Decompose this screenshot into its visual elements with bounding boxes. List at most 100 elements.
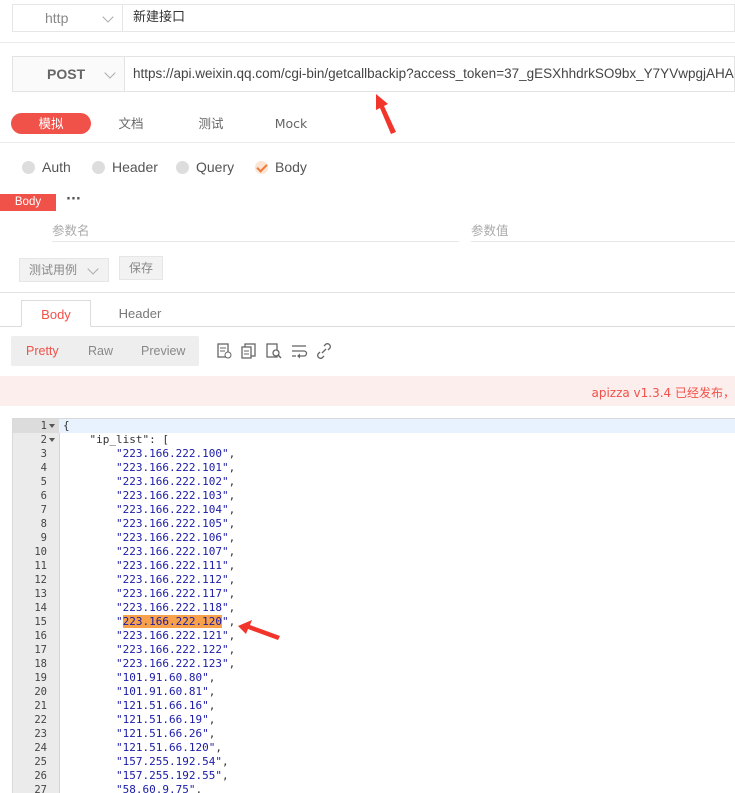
line-number: 21 <box>34 700 47 712</box>
line-number: 22 <box>34 714 47 726</box>
radio-label: Query <box>196 159 235 175</box>
divider <box>0 292 735 293</box>
method-value: POST <box>47 66 86 82</box>
line-number: 25 <box>34 756 47 768</box>
line-number: 8 <box>40 518 47 530</box>
test-case-label: 测试用例 <box>29 263 78 277</box>
code-line: "223.166.222.120", <box>115 615 236 628</box>
fold-arrow-icon[interactable] <box>49 438 55 442</box>
check-icon <box>255 160 268 174</box>
tab-docs[interactable]: 文档 <box>108 113 154 134</box>
line-number: 7 <box>40 504 47 516</box>
code-line: "223.166.222.107", <box>115 545 236 558</box>
code-line: "121.51.66.19", <box>115 713 216 726</box>
radio-query[interactable]: Query <box>176 158 234 176</box>
link-icon[interactable] <box>315 342 333 360</box>
chevron-down-icon <box>87 263 99 275</box>
radio-header[interactable]: Header <box>92 158 158 176</box>
code-line: "223.166.222.121", <box>115 629 236 642</box>
view-preview-button[interactable]: Preview <box>141 336 185 366</box>
code-line: "223.166.222.122", <box>115 643 236 656</box>
copy-icon[interactable] <box>240 342 258 360</box>
code-line: "223.166.222.117", <box>115 587 236 600</box>
line-number: 6 <box>40 490 47 502</box>
radio-icon <box>176 160 189 174</box>
divider <box>0 42 735 43</box>
more-icon[interactable]: ··· <box>66 192 81 207</box>
radio-body[interactable]: Body <box>255 158 307 176</box>
notice-text: apizza v1.3.4 已经发布， <box>591 386 735 400</box>
save-button[interactable]: 保存 <box>119 256 163 280</box>
wrap-icon[interactable] <box>290 342 308 360</box>
annotation-arrow-icon <box>238 620 280 640</box>
line-number: 17 <box>34 644 47 656</box>
code-line: "101.91.60.81", <box>115 685 216 698</box>
active-line <box>13 419 735 433</box>
radio-label: Auth <box>42 159 71 175</box>
protocol-value: http <box>45 10 69 26</box>
line-number: 4 <box>40 462 47 474</box>
radio-label: Header <box>112 159 158 175</box>
code-line: "121.51.66.16", <box>115 699 216 712</box>
view-mode-group: Pretty Raw Preview <box>11 336 199 366</box>
response-tab-header[interactable]: Header <box>104 300 176 327</box>
line-number: 1 <box>40 420 47 432</box>
code-line: "223.166.222.106", <box>115 531 236 544</box>
code-line: "223.166.222.118", <box>115 601 236 614</box>
code-line: "157.255.192.54", <box>115 755 229 768</box>
code-line: "223.166.222.103", <box>115 489 236 502</box>
search-highlight: 223.166.222.120 <box>122 615 222 628</box>
url-input[interactable]: https://api.weixin.qq.com/cgi-bin/getcal… <box>124 56 735 92</box>
line-number: 9 <box>40 532 47 544</box>
document-icon[interactable] <box>215 342 233 360</box>
line-number: 2 <box>40 434 47 446</box>
response-code-view[interactable]: { "ip_list": [ "223.166.222.100", "223.1… <box>12 418 735 793</box>
protocol-select[interactable]: http <box>12 4 122 32</box>
response-tab-body[interactable]: Body <box>21 300 91 327</box>
line-number: 18 <box>34 658 47 670</box>
tab-test[interactable]: 测试 <box>188 113 234 134</box>
view-raw-button[interactable]: Raw <box>88 336 113 366</box>
method-select[interactable]: POST <box>12 56 124 92</box>
annotation-arrow-icon <box>376 94 396 134</box>
radio-icon <box>92 160 105 174</box>
line-number: 13 <box>34 588 47 600</box>
code-line: "223.166.222.105", <box>115 517 236 530</box>
line-number: 10 <box>34 546 47 558</box>
body-tag[interactable]: Body <box>0 194 56 211</box>
search-document-icon[interactable] <box>265 342 283 360</box>
code-line: "223.166.222.123", <box>115 657 236 670</box>
line-number: 26 <box>34 770 47 782</box>
line-number: 12 <box>34 574 47 586</box>
line-number: 15 <box>34 616 47 628</box>
param-value-input[interactable]: 参数值 <box>471 220 735 242</box>
line-number: 23 <box>34 728 47 740</box>
notice-bar: apizza v1.3.4 已经发布， <box>0 376 735 406</box>
code-line: "223.166.222.102", <box>115 475 236 488</box>
line-number: 5 <box>40 476 47 488</box>
view-pretty-button[interactable]: Pretty <box>26 336 59 366</box>
fold-arrow-icon[interactable] <box>49 424 55 428</box>
line-number: 16 <box>34 630 47 642</box>
api-name-input[interactable]: 新建接口 <box>122 4 735 32</box>
radio-label: Body <box>275 159 307 175</box>
radio-auth[interactable]: Auth <box>22 158 71 176</box>
param-name-input[interactable]: 参数名 <box>52 220 459 242</box>
line-number: 11 <box>34 560 47 572</box>
tab-mock[interactable]: Mock <box>266 113 316 134</box>
code-line: "157.255.192.55", <box>115 769 229 782</box>
tab-simulate[interactable]: 模拟 <box>11 113 91 134</box>
chevron-down-icon <box>102 11 114 23</box>
code-line: "223.166.222.100", <box>115 447 236 460</box>
radio-icon <box>22 160 35 174</box>
chevron-down-icon <box>104 67 116 79</box>
code-line: "ip_list": [ <box>89 433 169 446</box>
divider <box>0 142 735 143</box>
test-case-select[interactable]: 测试用例 <box>19 258 109 282</box>
line-number: 19 <box>34 672 47 684</box>
line-number: 24 <box>34 742 47 754</box>
code-line: "101.91.60.80", <box>115 671 216 684</box>
code-line: { <box>63 419 70 432</box>
code-line: "223.166.222.111", <box>115 559 236 572</box>
line-number: 20 <box>34 686 47 698</box>
